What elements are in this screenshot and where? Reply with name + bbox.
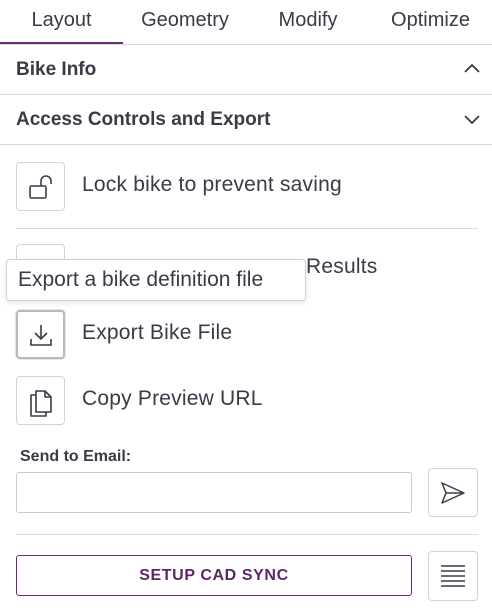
lock-bike-button[interactable] [16,162,65,211]
tab-bar: Layout Geometry Modify Optimize [0,0,492,45]
access-controls-title: Access Controls and Export [16,109,271,130]
chevron-down-icon [464,115,480,125]
copy-preview-url-label: Copy Preview URL [82,387,263,410]
export-bike-file-action[interactable]: Export Bike File [16,310,476,359]
send-to-email-label: Send to Email: [20,448,132,465]
tab-optimize[interactable]: Optimize [369,0,492,44]
bike-info-section-header[interactable]: Bike Info [0,45,492,95]
setup-cad-sync-button[interactable]: SETUP CAD SYNC [16,555,412,596]
tab-geometry[interactable]: Geometry [123,0,247,44]
unlocked-padlock-icon [28,174,52,199]
send-icon [441,481,465,504]
access-controls-section-header[interactable]: Access Controls and Export [0,95,492,145]
email-field[interactable] [16,472,412,513]
export-tooltip: Export a bike definition file [6,259,306,301]
export-bike-file-button[interactable] [16,310,65,359]
results-label: Results [306,255,378,278]
send-email-button[interactable] [428,468,478,517]
divider [16,228,478,229]
copy-icon [29,389,52,417]
bike-info-title: Bike Info [16,59,97,80]
tab-modify[interactable]: Modify [247,0,369,44]
list-menu-icon [441,565,465,587]
copy-preview-url-button[interactable] [16,376,65,425]
copy-preview-url-action[interactable]: Copy Preview URL [16,376,476,425]
lock-bike-action[interactable]: Lock bike to prevent saving [16,162,476,211]
export-bike-file-label: Export Bike File [82,321,233,344]
divider [16,534,478,535]
lock-bike-label: Lock bike to prevent saving [82,173,342,196]
download-icon [29,324,52,346]
chevron-up-icon [464,63,480,73]
tab-layout[interactable]: Layout [0,0,123,44]
menu-button[interactable] [428,551,478,601]
